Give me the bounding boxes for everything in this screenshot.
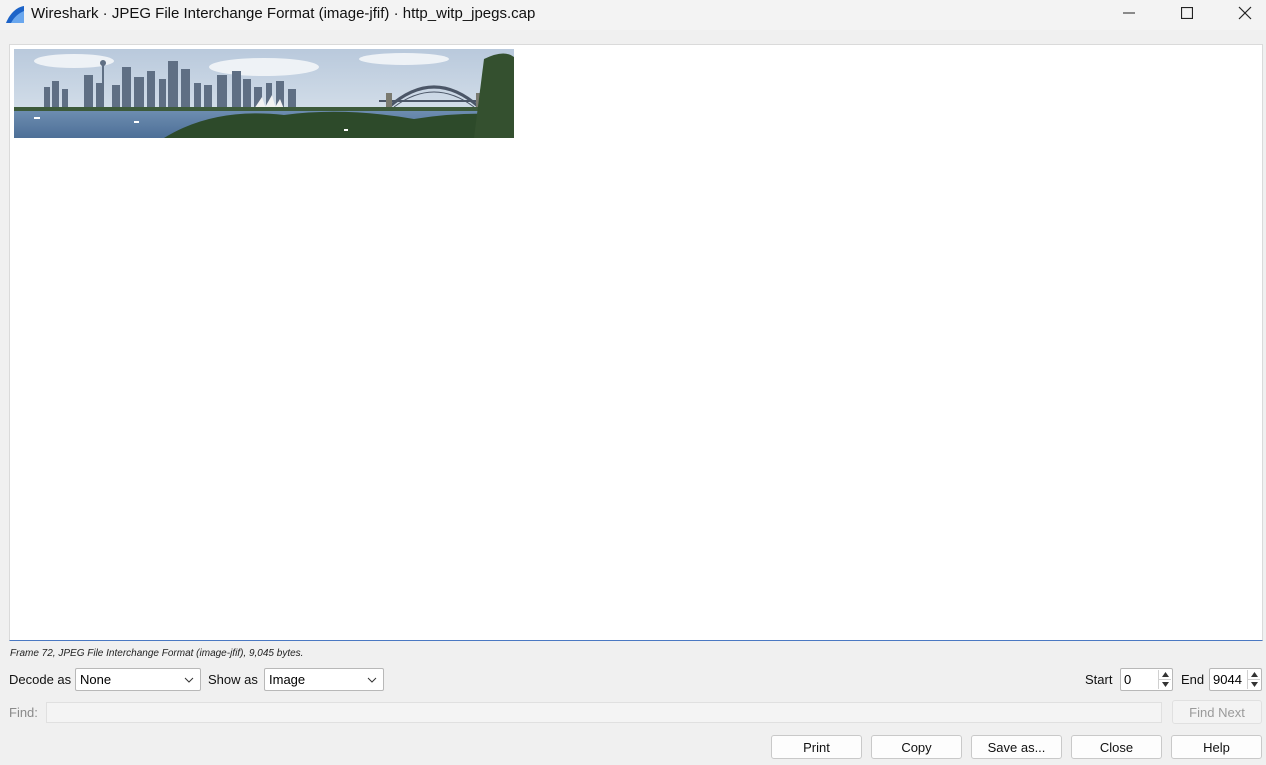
- wireshark-fin-icon: [6, 6, 24, 23]
- close-icon: [1238, 6, 1252, 20]
- close-button[interactable]: Close: [1071, 735, 1162, 759]
- title-bar: Wireshark · JPEG File Interchange Format…: [0, 0, 1266, 30]
- start-value: 0: [1124, 672, 1132, 687]
- copy-button[interactable]: Copy: [871, 735, 962, 759]
- end-spin-buttons[interactable]: [1247, 670, 1260, 689]
- close-window-button[interactable]: [1216, 0, 1266, 26]
- window-title: Wireshark · JPEG File Interchange Format…: [31, 5, 536, 22]
- chevron-down-icon: [367, 677, 377, 683]
- end-label: End: [1181, 672, 1205, 687]
- find-label: Find:: [9, 705, 38, 720]
- show-as-value: Image: [269, 672, 306, 687]
- decode-as-select[interactable]: None: [75, 668, 201, 691]
- packet-bytes-viewer[interactable]: [9, 44, 1263, 641]
- spin-up-icon[interactable]: [1159, 670, 1171, 679]
- spin-down-icon[interactable]: [1248, 679, 1260, 689]
- show-as-select[interactable]: Image: [264, 668, 384, 691]
- wireshark-show-packet-bytes-window: Wireshark · JPEG File Interchange Format…: [0, 0, 1266, 765]
- help-button[interactable]: Help: [1171, 735, 1262, 759]
- start-label: Start: [1085, 672, 1113, 687]
- decode-as-value: None: [80, 672, 112, 687]
- end-spinbox[interactable]: 9044: [1209, 668, 1262, 691]
- decode-as-label: Decode as: [9, 672, 72, 687]
- save-as-button[interactable]: Save as...: [971, 735, 1062, 759]
- find-next-button[interactable]: Find Next: [1172, 700, 1262, 724]
- start-spin-buttons[interactable]: [1158, 670, 1171, 689]
- minimize-button[interactable]: [1100, 0, 1158, 26]
- end-value: 9044: [1213, 672, 1242, 687]
- print-button[interactable]: Print: [771, 735, 862, 759]
- maximize-button[interactable]: [1158, 0, 1216, 26]
- start-spinbox[interactable]: 0: [1120, 668, 1173, 691]
- minimize-icon: [1123, 12, 1135, 14]
- spin-up-icon[interactable]: [1248, 670, 1260, 679]
- find-input[interactable]: [46, 702, 1162, 723]
- maximize-icon: [1181, 7, 1193, 19]
- packet-bytes-summary: Frame 72, JPEG File Interchange Format (…: [10, 648, 304, 659]
- show-as-label: Show as: [208, 672, 258, 687]
- spin-down-icon[interactable]: [1159, 679, 1171, 689]
- chevron-down-icon: [184, 677, 194, 683]
- sydney-harbour-photo: [14, 49, 514, 138]
